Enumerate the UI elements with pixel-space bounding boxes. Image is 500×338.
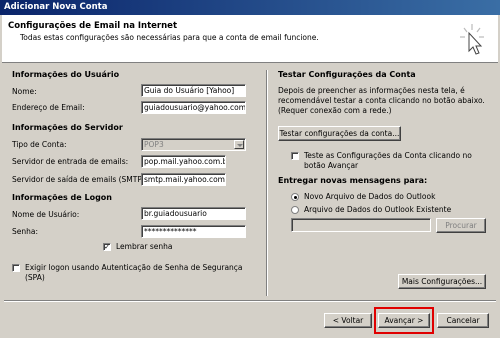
more-settings-button[interactable]: Mais Configurações... [398,274,486,289]
new-data-file-radio[interactable] [291,193,299,201]
account-type-label: Tipo de Conta: [12,140,67,149]
account-type-value: POP3 [144,140,164,149]
server-info-heading: Informações do Servidor [12,123,123,132]
remember-password-checkbox[interactable]: ✓ [103,243,111,251]
new-data-file-label: Novo Arquivo de Dados do Outlook [304,192,436,201]
password-label: Senha: [12,227,39,236]
username-field[interactable]: br.guiadousuario [141,207,246,220]
test-account-button[interactable]: Testar configurações da conta... [278,126,401,141]
username-label: Nome de Usuário: [12,210,80,219]
column-divider [266,70,268,296]
existing-data-file-label: Arquivo de Dados do Outlook Existente [304,205,452,214]
incoming-server-field[interactable]: pop.mail.yahoo.com.br [141,155,226,168]
footer-divider [4,300,496,302]
test-desc-line1: Depois de preencher as informações nesta… [278,86,465,95]
email-label: Endereço de Email: [12,103,85,112]
page-subtitle: Todas estas configurações são necessária… [20,33,319,42]
logon-info-heading: Informações de Logon [12,193,112,202]
page-title: Configurações de Email na Internet [8,21,178,31]
test-desc-line3: (Requer conexão com a rede.) [278,106,392,115]
cursor-pointer-icon [460,24,484,55]
password-field[interactable]: ************** [141,225,246,238]
remember-password-label: Lembrar senha [116,242,173,251]
auto-test-label-line2: botão Avançar [304,161,359,170]
email-field[interactable]: guiadousuario@yahoo.com.br [141,101,246,114]
next-button[interactable]: Avançar > [378,313,430,328]
browse-button[interactable]: Procurar [436,218,486,233]
name-field[interactable]: Guia do Usuário [Yahoo] [141,84,246,97]
window-title-bar: Adicionar Nova Conta [0,0,500,15]
chevron-down-icon [234,140,244,149]
test-settings-heading: Testar Configurações da Conta [278,70,416,79]
existing-data-file-path [291,218,431,232]
outgoing-server-label: Servidor de saída de emails (SMTP): [12,175,148,184]
test-desc-line2: recomendável testar a conta clicando no … [278,96,485,105]
account-type-select: POP3 [141,138,246,151]
user-info-heading: Informações do Usuário [12,70,120,79]
back-button[interactable]: < Voltar [324,313,372,328]
incoming-server-label: Servidor de entrada de emails: [12,157,129,166]
window-title: Adicionar Nova Conta [4,2,108,12]
spa-label-line2: (SPA) [25,273,45,282]
outgoing-server-field[interactable]: smtp.mail.yahoo.com.br [141,173,226,186]
existing-data-file-radio[interactable] [291,206,299,214]
auto-test-label-line1: Teste as Configurações da Conta clicando… [304,151,472,160]
wizard-header: Configurações de Email na Internet Todas… [2,15,498,63]
delivery-heading: Entregar novas mensagens para: [278,176,428,185]
spa-label-line1: Exigir logon usando Autenticação de Senh… [25,263,243,272]
spa-checkbox[interactable] [12,264,20,272]
name-label: Nome: [12,87,37,96]
cancel-button[interactable]: Cancelar [437,313,489,328]
auto-test-checkbox[interactable] [291,152,299,160]
